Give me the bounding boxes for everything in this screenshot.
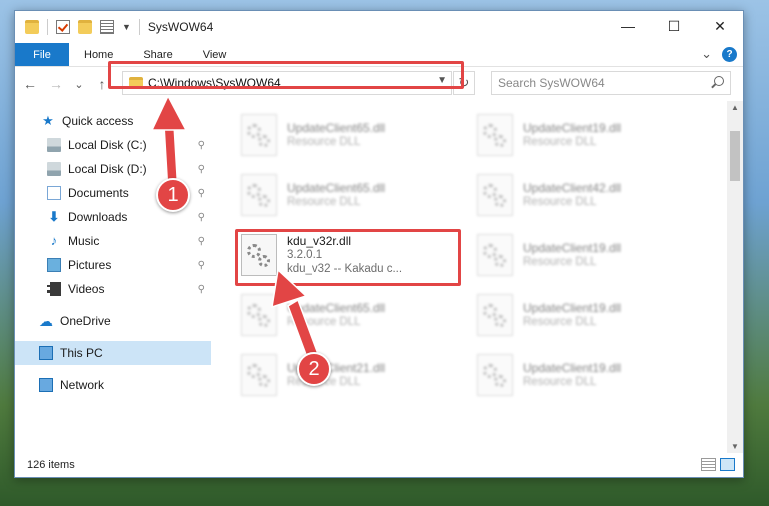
- arrow-2-shaft: [287, 298, 319, 362]
- step-1-callout: 1: [156, 178, 190, 212]
- arrow-1-head: [150, 94, 188, 131]
- step-2-callout: 2: [297, 352, 331, 386]
- arrow-2-head: [271, 268, 308, 309]
- annotation-arrows: [150, 94, 319, 362]
